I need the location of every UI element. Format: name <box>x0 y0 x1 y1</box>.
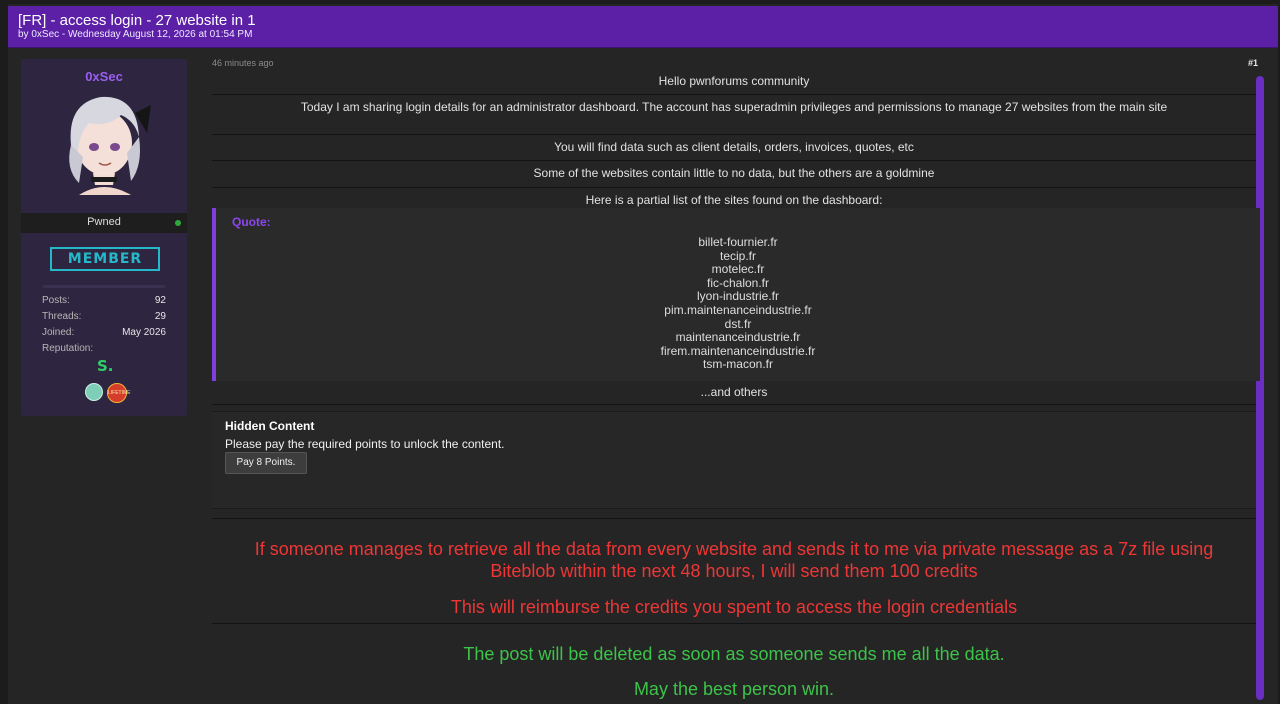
quote-block: Quote: billet-fournier.fr tecip.fr motel… <box>212 208 1260 381</box>
site-list: billet-fournier.fr tecip.fr motelec.fr f… <box>216 235 1260 372</box>
hidden-content-title: Hidden Content <box>225 419 315 433</box>
post-line-intro: Today I am sharing login details for an … <box>300 100 1168 114</box>
post-timestamp: 46 minutes ago <box>212 58 274 68</box>
red-notice-line-3: This will reimburse the credits you spen… <box>450 597 1018 617</box>
quote-label: Quote: <box>232 215 271 229</box>
stat-label: Posts: <box>42 295 70 306</box>
list-item: fic-chalon.fr <box>706 275 770 290</box>
list-item: tecip.fr <box>719 248 756 263</box>
thread-meta: by 0xSec - Wednesday August 12, 2026 at … <box>18 29 253 40</box>
divider <box>212 623 1256 624</box>
thread-header: [FR] - access login - 27 website in 1 by… <box>8 6 1278 48</box>
profile-divider <box>43 285 165 288</box>
post-number-link[interactable]: #1 <box>1248 58 1258 68</box>
stat-value: May 2026 <box>122 327 166 338</box>
user-status-strip: Pwned <box>21 213 187 233</box>
list-item: motelec.fr <box>711 262 765 277</box>
scrollbar[interactable] <box>1256 76 1264 700</box>
hidden-content-box: Hidden Content Please pay the required p… <box>212 411 1256 509</box>
green-notice-line-2: May the best person win. <box>633 679 835 699</box>
member-rank-badge: MEMBER <box>50 247 160 271</box>
diamond-award-icon <box>85 383 103 401</box>
list-item: lyon-industrie.fr <box>696 289 780 304</box>
list-item: billet-fournier.fr <box>698 235 778 249</box>
list-item: maintenanceindustrie.fr <box>675 330 801 345</box>
stat-label: Joined: <box>42 327 75 338</box>
divider <box>212 94 1256 95</box>
stat-value: 92 <box>154 295 166 306</box>
list-item: tsm-macon.fr <box>702 357 773 372</box>
post-line-goldmine: Some of the websites contain little to n… <box>533 166 935 180</box>
stat-posts: Posts: 92 <box>42 295 166 306</box>
stat-threads: Threads: 29 <box>42 311 166 322</box>
hidden-content-description: Please pay the required points to unlock… <box>225 437 505 451</box>
user-status: Pwned <box>87 216 121 228</box>
post-line-others: ...and others <box>700 385 768 399</box>
post-line-list-intro: Here is a partial list of the sites foun… <box>585 193 883 207</box>
divider <box>212 134 1256 135</box>
divider <box>212 518 1256 519</box>
list-item: firem.maintenanceindustrie.fr <box>660 343 816 358</box>
divider <box>212 404 1256 405</box>
online-indicator <box>175 220 181 226</box>
red-notice-line-1: If someone manages to retrieve all the d… <box>254 539 1214 559</box>
stat-reputation: Reputation: 52 <box>42 343 786 363</box>
s-badge-icon: S. <box>97 357 114 375</box>
list-item: dst.fr <box>724 316 752 331</box>
stat-label: Reputation: <box>42 343 94 354</box>
post-line-greeting: Hello pwnforums community <box>658 74 810 88</box>
stat-value: 29 <box>154 311 166 322</box>
stat-label: Threads: <box>42 311 82 322</box>
red-notice-line-2: Biteblob within the next 48 hours, I wil… <box>490 561 978 581</box>
divider <box>212 160 1256 161</box>
author-username[interactable]: 0xSec <box>21 69 187 84</box>
avatar[interactable] <box>49 87 159 197</box>
lifetime-award-icon: LIFETIME <box>107 383 131 403</box>
thread-title: [FR] - access login - 27 website in 1 <box>18 12 256 29</box>
list-item: pim.maintenanceindustrie.fr <box>664 302 812 317</box>
post-line-data: You will find data such as client detail… <box>554 140 914 154</box>
stat-joined: Joined: May 2026 <box>42 327 166 338</box>
divider <box>212 187 1256 188</box>
green-notice-line-1: The post will be deleted as soon as some… <box>463 644 1005 664</box>
author-profile-card: 0xSec Pwned MEMBER Posts: 92 Threads: 29… <box>21 59 786 416</box>
pay-points-button[interactable]: Pay 8 Points. <box>225 452 307 474</box>
